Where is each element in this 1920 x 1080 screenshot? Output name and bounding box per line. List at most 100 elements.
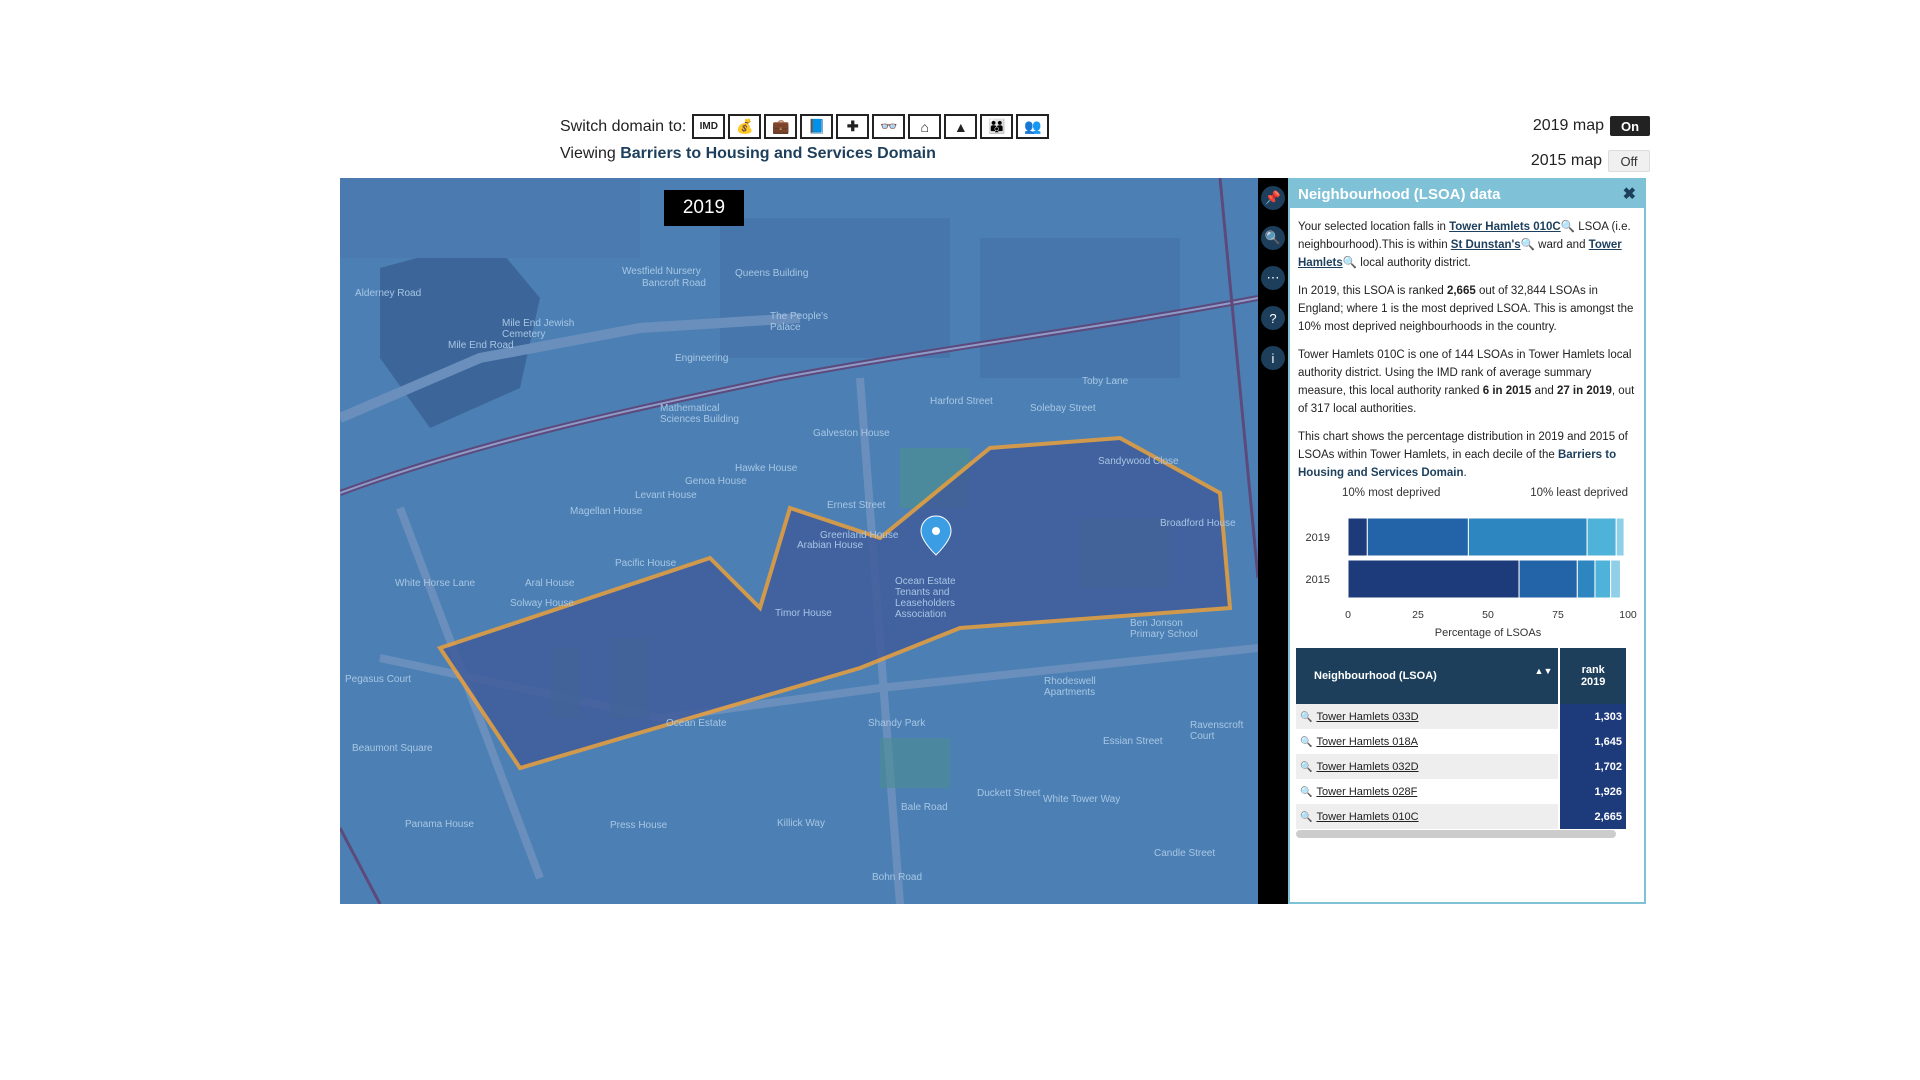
older-people-icon[interactable]: 👥 <box>1016 114 1050 139</box>
crime-icon[interactable]: 👓 <box>872 114 906 139</box>
sort-icon[interactable]: ▲▼ <box>1535 666 1553 676</box>
map-label: Beaumont Square <box>352 743 433 754</box>
map-2019-switch[interactable]: On <box>1610 116 1650 136</box>
zoom-icon[interactable]: 🔍 <box>1300 812 1312 823</box>
table-scrollbar[interactable] <box>1296 830 1616 838</box>
bar-segment <box>1576 559 1596 599</box>
health-icon[interactable]: ✚ <box>836 114 870 139</box>
col-lsoa-header[interactable]: Neighbourhood (LSOA) ▲▼ <box>1296 648 1560 704</box>
pin-icon[interactable]: 📌 <box>1261 186 1285 210</box>
zoom-icon[interactable]: 🔍 <box>1300 737 1312 748</box>
map-2015-toggle: 2015 map Off <box>1531 150 1650 172</box>
map-label: Genoa House <box>685 476 747 487</box>
rank-2015: 6 in 2015 <box>1482 385 1532 397</box>
map-label: Harford Street <box>930 396 993 407</box>
x-tick-label: 25 <box>1412 609 1424 621</box>
lsoa-cell: 🔍 Tower Hamlets 033D <box>1296 704 1559 729</box>
zoom-icon[interactable]: 🔍 <box>1300 787 1312 798</box>
table-row[interactable]: 🔍 Tower Hamlets 032D 1,702 <box>1296 754 1626 779</box>
lsoa-cell: 🔍 Tower Hamlets 028F <box>1296 779 1559 804</box>
zoom-icon[interactable]: 🔍 <box>1300 762 1312 773</box>
map-label: Engineering <box>675 353 729 364</box>
map-view[interactable]: Alderney Road Mile End Jewish Cemetery Mil… <box>340 178 1258 904</box>
zoom-icon[interactable]: 🔍 <box>1521 239 1535 251</box>
lsoa-panel: Neighbourhood (LSOA) data ✖ Your selecte… <box>1288 178 1646 904</box>
education-icon[interactable]: 📘 <box>800 114 834 139</box>
zoom-icon[interactable]: 🔍 <box>1300 712 1312 723</box>
map-label: Queens Building <box>735 268 809 279</box>
ward-link[interactable]: St Dunstan's <box>1451 239 1521 251</box>
map-label: Magellan House <box>570 506 643 517</box>
lsoa-rank: 2,665 <box>1446 285 1476 297</box>
table-row[interactable]: 🔍 Tower Hamlets 018A 1,645 <box>1296 729 1626 754</box>
map-label: Broadford House <box>1160 518 1236 529</box>
map-label: Bohn Road <box>872 872 923 883</box>
map-label: Shandy Park <box>868 718 926 729</box>
domain-switcher: Switch domain to: IMD 💰 💼 📘 ✚ 👓 ⌂ ▲ 👪 👥 <box>560 114 1052 139</box>
map-2015-switch[interactable]: Off <box>1608 150 1650 172</box>
map-label: Bancroft Road <box>642 278 706 289</box>
info-icon[interactable]: i <box>1261 346 1285 370</box>
bar-segment <box>1518 559 1578 599</box>
map-label: Alderney Road <box>355 288 422 299</box>
legend-least-deprived: 10% least deprived <box>1530 487 1628 499</box>
legend-most-deprived: 10% most deprived <box>1342 487 1440 499</box>
map-label: Solway House <box>510 598 574 609</box>
x-axis-label: Percentage of LSOAs <box>1435 627 1542 639</box>
rank-cell: 1,303 <box>1558 704 1626 729</box>
table-row[interactable]: 🔍 Tower Hamlets 028F 1,926 <box>1296 779 1626 804</box>
map-label: Levant House <box>635 490 697 501</box>
zoom-icon[interactable]: 🔍 <box>1261 226 1285 250</box>
bar-segment <box>1615 517 1625 557</box>
lsoa-cell: 🔍 Tower Hamlets 032D <box>1296 754 1559 779</box>
category-label: 2019 <box>1306 532 1330 544</box>
p1-c: ward and <box>1538 239 1586 251</box>
lsoa-row-link[interactable]: Tower Hamlets 033D <box>1316 711 1418 723</box>
map-label: Westfield Nursery <box>622 266 701 277</box>
grid-icon[interactable]: ⋯ <box>1261 266 1285 290</box>
lsoa-row-link[interactable]: Tower Hamlets 018A <box>1316 736 1418 748</box>
environment-icon[interactable]: ▲ <box>944 114 978 139</box>
zoom-icon[interactable]: 🔍 <box>1561 221 1575 233</box>
table-row[interactable]: 🔍 Tower Hamlets 010C 2,665 <box>1296 804 1626 829</box>
close-icon[interactable]: ✖ <box>1623 184 1636 204</box>
children-icon[interactable]: 👪 <box>980 114 1014 139</box>
p3-b: and <box>1534 385 1554 397</box>
map-label: White Horse Lane <box>395 578 476 589</box>
employment-icon[interactable]: 💼 <box>764 114 798 139</box>
col-rank-header[interactable]: rank 2019 <box>1558 648 1626 704</box>
bar-segment <box>1347 517 1368 557</box>
map-year-badge: 2019 <box>664 190 744 226</box>
map-label: Ocean Estate Tenants and Leaseholders As… <box>895 576 956 620</box>
housing-icon[interactable]: ⌂ <box>908 114 942 139</box>
income-icon[interactable]: 💰 <box>728 114 762 139</box>
map-label: The People's Palace <box>770 311 829 333</box>
map-label: Ben Jonson Primary School <box>1130 618 1198 640</box>
map-label: Hawke House <box>735 463 798 474</box>
map-label: Pacific House <box>615 558 677 569</box>
lsoa-row-link[interactable]: Tower Hamlets 032D <box>1316 761 1418 773</box>
map-label: Duckett Street <box>977 788 1041 799</box>
map-label: Ravenscroft Court <box>1190 720 1244 742</box>
la-paragraph: Tower Hamlets 010C is one of 144 LSOAs i… <box>1290 346 1644 418</box>
viewing-domain: Barriers to Housing and Services Domain <box>620 145 936 162</box>
help-icon[interactable]: ? <box>1261 306 1285 330</box>
rank-cell: 1,645 <box>1558 729 1626 754</box>
table-row[interactable]: 🔍 Tower Hamlets 033D 1,303 <box>1296 704 1626 729</box>
rank-2019: 27 in 2019 <box>1556 385 1612 397</box>
map-label: Candle Street <box>1154 848 1216 859</box>
col-rank-year: 2019 <box>1580 676 1606 688</box>
chart-paragraph: This chart shows the percentage distribu… <box>1290 428 1644 482</box>
imd-icon[interactable]: IMD <box>692 114 726 139</box>
col-rank-label: rank <box>1581 664 1605 676</box>
lsoa-row-link[interactable]: Tower Hamlets 028F <box>1316 786 1417 798</box>
lsoa-link[interactable]: Tower Hamlets 010C <box>1449 221 1561 233</box>
viewing-prefix: Viewing <box>560 145 616 162</box>
zoom-icon[interactable]: 🔍 <box>1343 257 1357 269</box>
map-label: Pegasus Court <box>345 674 412 685</box>
p1-a: Your selected location falls in <box>1298 221 1446 233</box>
map-label: Mile End Road <box>448 340 514 351</box>
bar-segment <box>1467 517 1588 557</box>
lsoa-row-link[interactable]: Tower Hamlets 010C <box>1316 811 1418 823</box>
rank-cell: 2,665 <box>1558 804 1626 829</box>
